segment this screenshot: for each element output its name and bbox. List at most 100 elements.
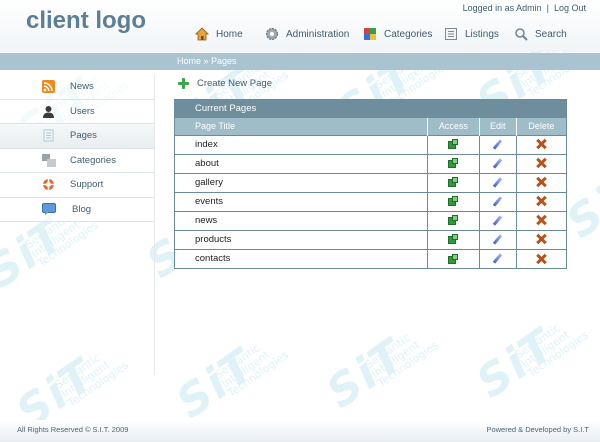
table-row: gallery	[175, 172, 566, 192]
gear-icon	[265, 27, 279, 41]
column-header-access: Access	[427, 118, 480, 135]
create-new-page-button[interactable]: Create New Page	[178, 76, 272, 91]
page-title-cell[interactable]: about	[175, 153, 428, 173]
access-cell	[427, 134, 480, 154]
pages-grid: Page Title Access Edit Delete index about…	[175, 118, 566, 268]
access-icon[interactable]	[448, 196, 459, 207]
delete-icon[interactable]	[536, 254, 546, 264]
access-icon[interactable]	[448, 139, 459, 150]
access-icon[interactable]	[448, 253, 459, 264]
categories-icon	[42, 153, 56, 167]
client-logo: client logo	[26, 7, 146, 34]
table-row: contacts	[175, 248, 566, 268]
main-content: Create New Page Current Pages Page Title…	[174, 76, 567, 269]
nav-administration[interactable]: Administration	[265, 26, 363, 42]
pencil-icon[interactable]	[492, 253, 503, 264]
delete-icon[interactable]	[536, 196, 546, 206]
delete-icon[interactable]	[536, 234, 546, 244]
sidebar: News Users Pages Categories Support Blog	[0, 75, 155, 375]
delete-cell	[515, 210, 566, 230]
plus-icon	[178, 78, 189, 89]
table-row: events	[175, 191, 566, 211]
nav-categories[interactable]: Categories	[363, 26, 444, 42]
pencil-icon[interactable]	[492, 234, 503, 245]
rss-icon	[42, 80, 55, 94]
page-title-cell[interactable]: contacts	[175, 248, 428, 268]
access-icon[interactable]	[448, 234, 459, 245]
sidebar-item-support[interactable]: Support	[0, 173, 154, 198]
access-icon[interactable]	[448, 177, 459, 188]
delete-cell	[515, 134, 566, 154]
sidebar-item-label: Categories	[70, 154, 116, 166]
table-caption: Current Pages	[175, 100, 566, 118]
column-header-delete: Delete	[515, 118, 566, 135]
copyright: All Rights Reserved © S.I.T. 2009	[17, 425, 129, 434]
pencil-icon[interactable]	[492, 215, 503, 226]
delete-icon[interactable]	[536, 139, 546, 149]
page-icon	[42, 129, 55, 142]
edit-cell	[478, 153, 517, 173]
delete-cell	[515, 229, 566, 249]
page-title-cell[interactable]: gallery	[175, 172, 428, 192]
top-nav: Home Administration Categories Listings …	[195, 26, 574, 42]
sidebar-item-news[interactable]: News	[0, 75, 154, 100]
column-header-title: Page Title	[175, 118, 428, 135]
page-title-cell[interactable]: news	[175, 210, 428, 230]
sidebar-item-label: Pages	[70, 130, 97, 142]
sidebar-item-label: Blog	[72, 203, 92, 215]
delete-cell	[515, 172, 566, 192]
footer: All Rights Reserved © S.I.T. 2009 Powere…	[0, 420, 600, 442]
access-icon[interactable]	[448, 215, 459, 226]
page-title-cell[interactable]: index	[175, 134, 428, 154]
nav-categories-label: Categories	[384, 28, 433, 40]
edit-cell	[478, 210, 517, 230]
table-row: products	[175, 229, 566, 249]
logout-link[interactable]: Log Out	[554, 3, 586, 13]
access-cell	[427, 153, 480, 173]
sidebar-item-label: News	[70, 81, 94, 93]
listings-icon	[444, 27, 458, 41]
search-icon	[514, 27, 528, 41]
table-row: about	[175, 153, 566, 173]
edit-cell	[478, 248, 517, 268]
sidebar-item-blog[interactable]: Blog	[0, 197, 154, 222]
chat-icon	[42, 202, 56, 216]
access-cell	[427, 210, 480, 230]
delete-icon[interactable]	[536, 177, 546, 187]
sidebar-item-label: Support	[70, 179, 104, 191]
pages-table: Current Pages Page Title Access Edit Del…	[174, 99, 567, 269]
page-title-cell[interactable]: events	[175, 191, 428, 211]
access-cell	[427, 172, 480, 192]
nav-search-label: Search	[535, 28, 567, 40]
delete-cell	[515, 248, 566, 268]
delete-icon[interactable]	[536, 158, 546, 168]
nav-search[interactable]: Search	[514, 26, 574, 42]
breadcrumb-bar: Home » Pages	[0, 53, 600, 70]
table-row: news	[175, 210, 566, 230]
sidebar-item-pages[interactable]: Pages	[0, 124, 154, 149]
pencil-icon[interactable]	[492, 196, 503, 207]
logged-in-label: Logged in as Admin	[462, 3, 542, 13]
delete-icon[interactable]	[536, 215, 546, 225]
edit-cell	[478, 191, 517, 211]
sidebar-item-users[interactable]: Users	[0, 99, 154, 124]
column-header-edit: Edit	[478, 118, 517, 135]
access-icon[interactable]	[448, 158, 459, 169]
nav-listings[interactable]: Listings	[444, 26, 514, 42]
home-icon	[195, 27, 209, 41]
sidebar-item-categories[interactable]: Categories	[0, 148, 154, 173]
access-cell	[427, 229, 480, 249]
edit-cell	[478, 172, 517, 192]
pencil-icon[interactable]	[492, 158, 503, 169]
watermark-tile: SiTSemanticIntelligentTechnologies	[317, 329, 441, 419]
edit-cell	[478, 134, 517, 154]
nav-home[interactable]: Home	[195, 26, 265, 42]
header: client logo Logged in as Admin | Log Out H…	[0, 0, 600, 52]
pencil-icon[interactable]	[492, 139, 503, 150]
page-title-cell[interactable]: products	[175, 229, 428, 249]
nav-listings-label: Listings	[465, 28, 499, 40]
pencil-icon[interactable]	[492, 177, 503, 188]
access-cell	[427, 191, 480, 211]
nav-home-label: Home	[216, 28, 243, 40]
edit-cell	[478, 229, 517, 249]
